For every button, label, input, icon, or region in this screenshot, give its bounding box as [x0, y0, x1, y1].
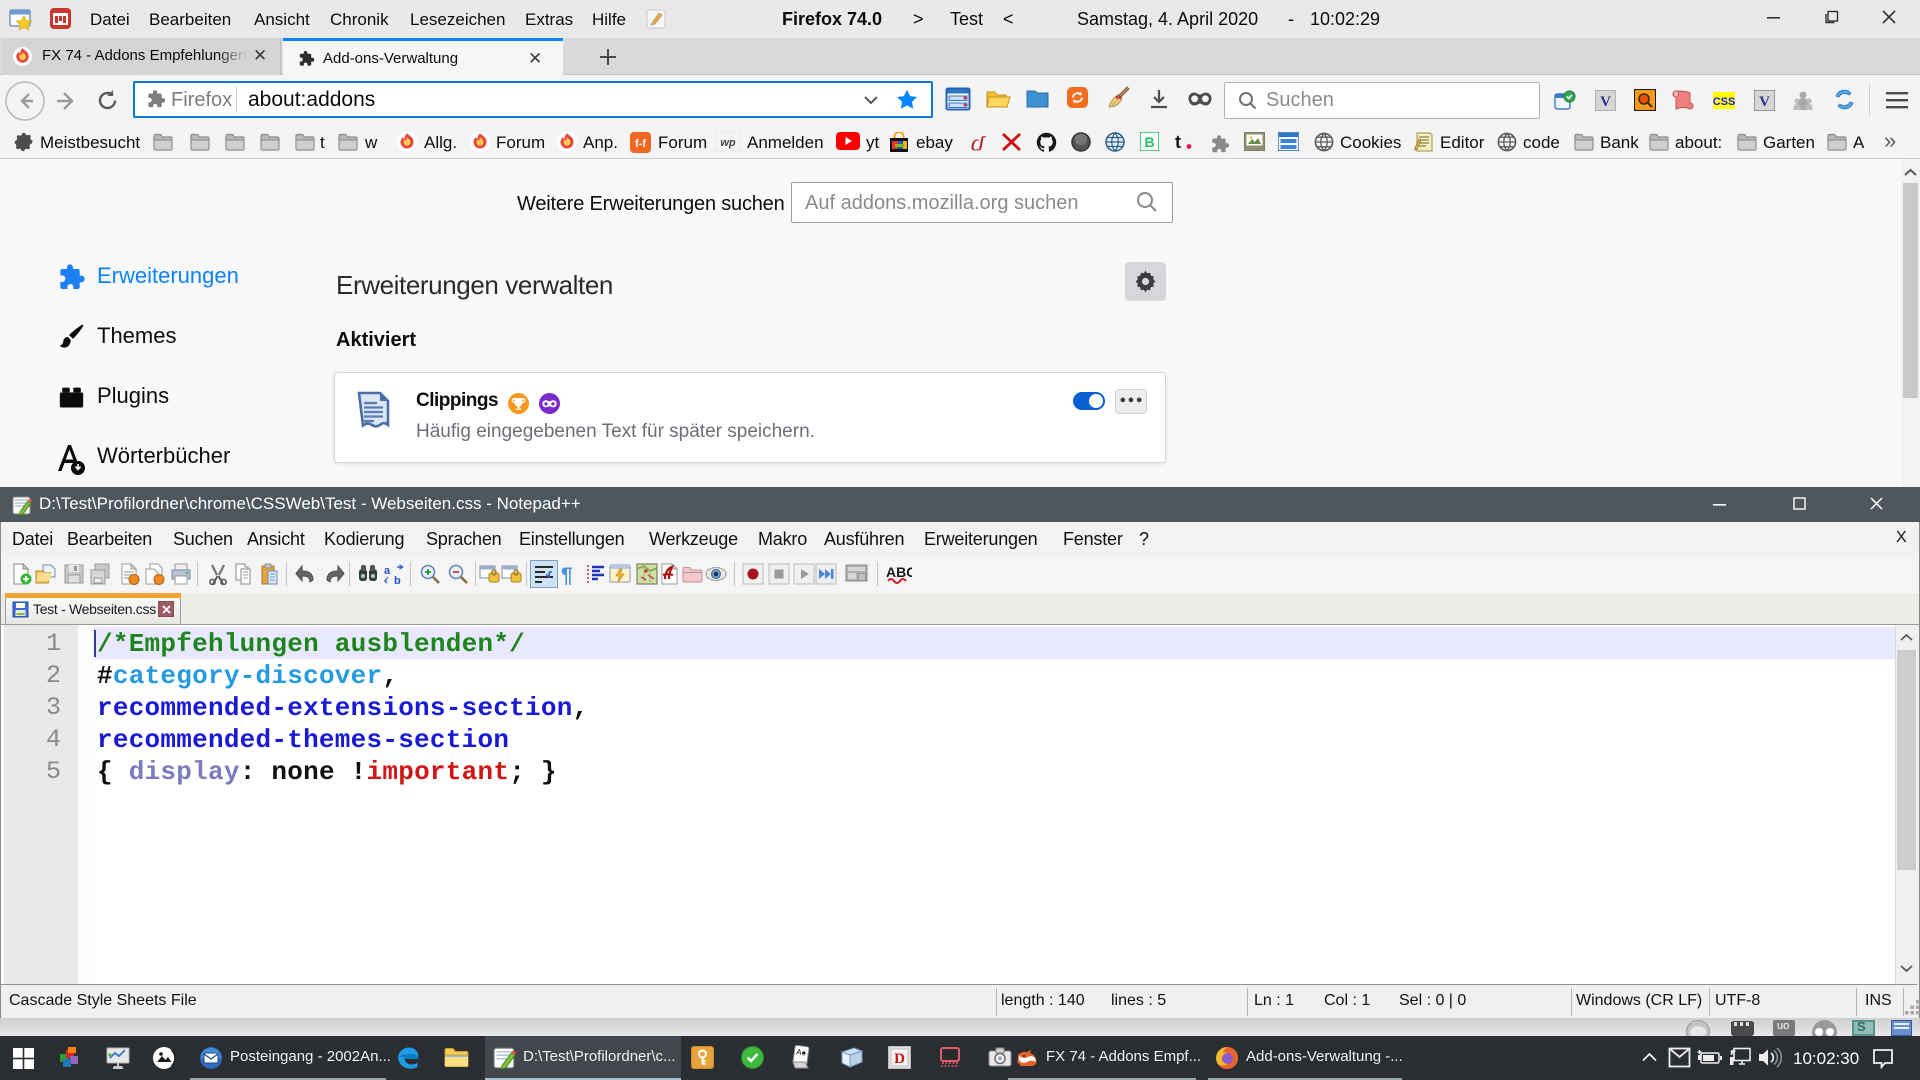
svg-text:wp: wp [720, 137, 736, 149]
svg-text:V: V [1600, 94, 1611, 110]
svg-text:b: b [394, 575, 401, 585]
svg-text:¶: ¶ [561, 564, 573, 585]
svg-text:t: t [1175, 132, 1181, 152]
svg-text:CSS: CSS [1713, 96, 1735, 108]
svg-text:ABC: ABC [886, 564, 912, 580]
svg-text:V: V [1759, 94, 1770, 110]
svg-text:B: B [1144, 134, 1154, 150]
svg-text:f-f: f-f [635, 138, 646, 150]
svg-text:D: D [894, 1051, 905, 1067]
svg-text:ʗʃ: ʗʃ [971, 134, 986, 151]
svg-text:a: a [384, 565, 391, 577]
